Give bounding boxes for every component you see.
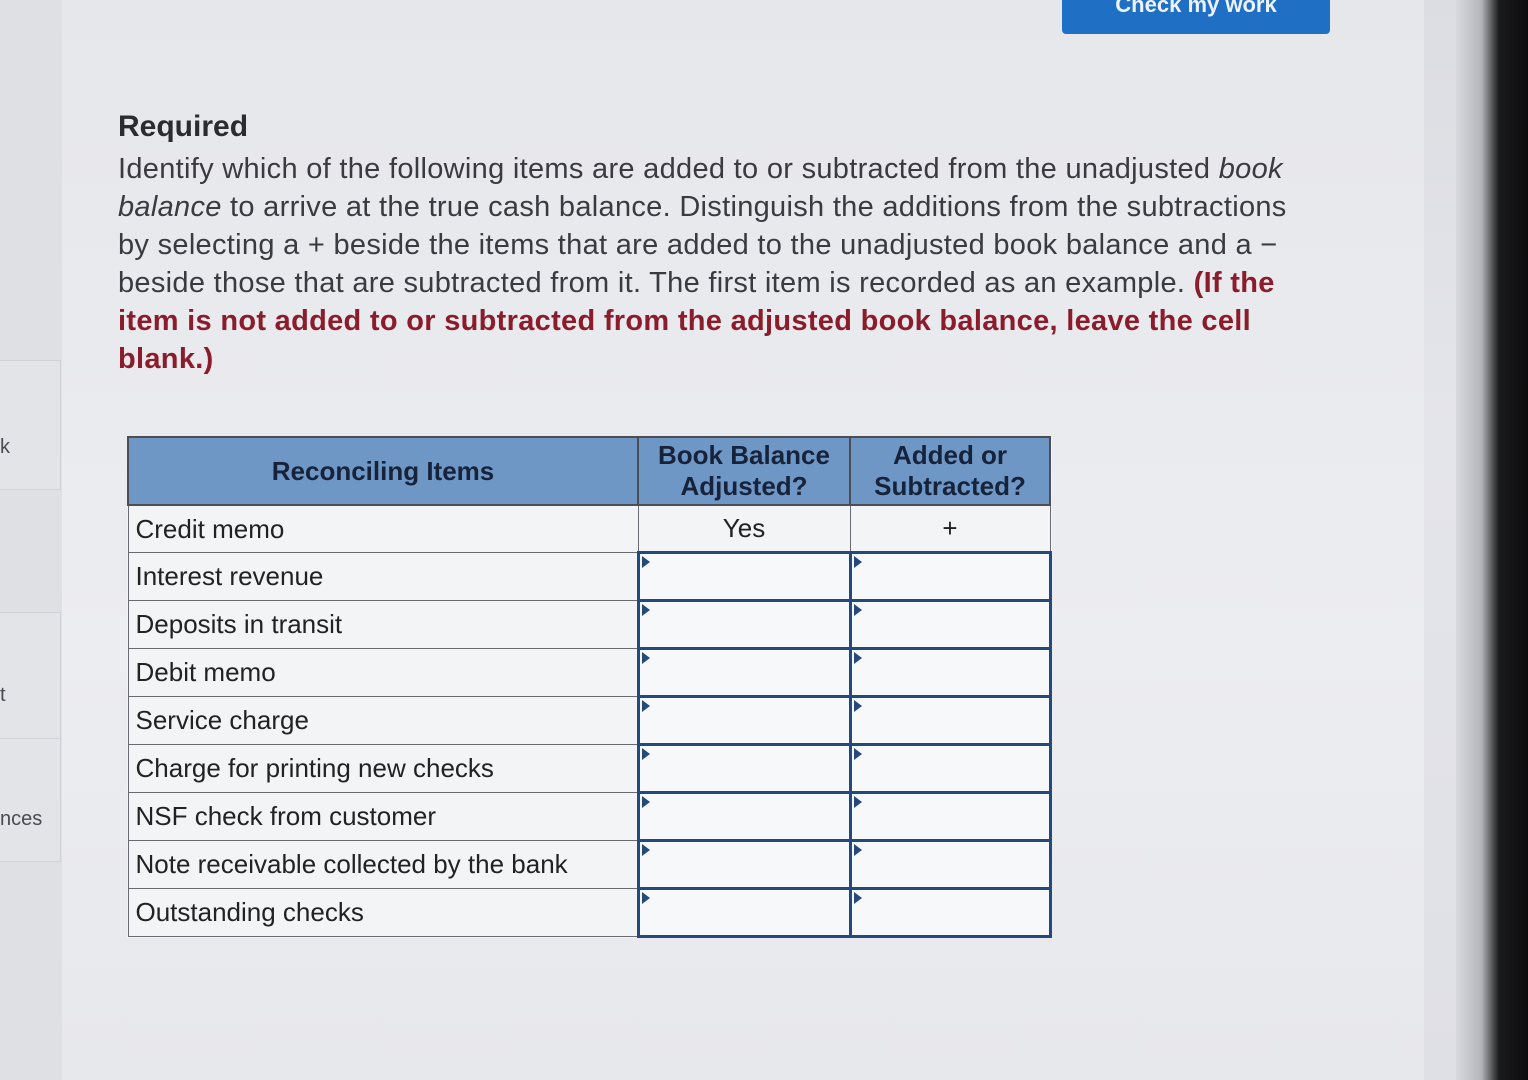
dropdown-arrow-icon	[853, 892, 862, 904]
dropdown-arrow-icon	[641, 556, 650, 568]
sign-dropdown[interactable]	[848, 887, 1052, 938]
adjusted-dropdown[interactable]	[636, 791, 852, 842]
sign-dropdown[interactable]	[848, 791, 1052, 842]
check-my-work-button[interactable]: Check my work	[1062, 0, 1330, 34]
instructions-part2: to arrive at the true cash balance. Dist…	[118, 191, 1287, 299]
reconciling-item: Service charge	[127, 696, 639, 745]
adjusted-dropdown[interactable]	[636, 887, 852, 938]
reconciling-item: NSF check from customer	[127, 792, 639, 841]
table-row: Note receivable collected by the bank	[127, 839, 1052, 890]
dropdown-arrow-icon	[641, 604, 650, 616]
header-added-or-subtracted: Added or Subtracted?	[849, 436, 1051, 506]
sign-dropdown[interactable]	[848, 839, 1052, 890]
reconciling-item: Note receivable collected by the bank	[127, 840, 639, 889]
reconciling-item: Debit memo	[127, 648, 639, 697]
dropdown-arrow-icon	[641, 892, 650, 904]
sidebar-fragment: nces	[0, 808, 43, 830]
dropdown-arrow-icon	[641, 748, 650, 760]
sidebar-tile[interactable]	[0, 360, 61, 490]
dropdown-arrow-icon	[641, 700, 650, 712]
dropdown-arrow-icon	[853, 796, 862, 808]
table-row: Credit memo Yes +	[127, 504, 1051, 553]
sign-value: +	[849, 504, 1051, 553]
adjusted-dropdown[interactable]	[636, 839, 852, 890]
sign-dropdown[interactable]	[848, 599, 1052, 650]
instructions-text: Identify which of the following items ar…	[118, 150, 1318, 378]
reconciling-item: Outstanding checks	[127, 888, 639, 937]
dropdown-arrow-icon	[853, 604, 862, 616]
adjusted-dropdown[interactable]	[636, 647, 852, 698]
dropdown-arrow-icon	[641, 796, 650, 808]
dropdown-arrow-icon	[853, 700, 862, 712]
sign-dropdown[interactable]	[848, 695, 1052, 746]
dropdown-arrow-icon	[853, 844, 862, 856]
dropdown-arrow-icon	[641, 844, 650, 856]
instructions-part1: Identify which of the following items ar…	[118, 153, 1219, 185]
table-row: Charge for printing new checks	[127, 743, 1052, 794]
adjusted-dropdown[interactable]	[636, 599, 852, 650]
adjusted-dropdown[interactable]	[636, 695, 852, 746]
table-row: Debit memo	[127, 647, 1052, 698]
dropdown-arrow-icon	[853, 556, 862, 568]
dropdown-arrow-icon	[853, 748, 862, 760]
sign-dropdown[interactable]	[848, 743, 1052, 794]
dropdown-arrow-icon	[641, 652, 650, 664]
dropdown-arrow-icon	[853, 652, 862, 664]
sidebar-tile[interactable]	[0, 738, 61, 862]
left-sidebar: k t nces	[0, 0, 62, 1080]
adjusted-dropdown[interactable]	[636, 743, 852, 794]
screen-bezel	[1456, 0, 1528, 1080]
reconciling-item: Credit memo	[127, 504, 639, 553]
table-row: Interest revenue	[127, 551, 1052, 602]
required-heading: Required	[118, 110, 249, 143]
sidebar-fragment: k	[0, 436, 10, 458]
table-row: NSF check from customer	[127, 791, 1052, 842]
reconciliation-table: Reconciling Items Book Balance Adjusted?…	[127, 436, 1052, 938]
header-reconciling-items: Reconciling Items	[127, 436, 639, 506]
adjusted-value: Yes	[637, 504, 851, 553]
reconciling-item: Interest revenue	[127, 552, 639, 601]
sidebar-tile[interactable]	[0, 612, 61, 740]
header-book-balance-adjusted: Book Balance Adjusted?	[637, 436, 851, 506]
reconciling-item: Deposits in transit	[127, 600, 639, 649]
reconciling-item: Charge for printing new checks	[127, 744, 639, 793]
sign-dropdown[interactable]	[848, 647, 1052, 698]
table-row: Deposits in transit	[127, 599, 1052, 650]
adjusted-dropdown[interactable]	[636, 551, 852, 602]
table-row: Outstanding checks	[127, 887, 1052, 938]
sign-dropdown[interactable]	[848, 551, 1052, 602]
table-row: Service charge	[127, 695, 1052, 746]
table-header-row: Reconciling Items Book Balance Adjusted?…	[127, 436, 1051, 506]
sidebar-fragment: t	[0, 684, 6, 706]
